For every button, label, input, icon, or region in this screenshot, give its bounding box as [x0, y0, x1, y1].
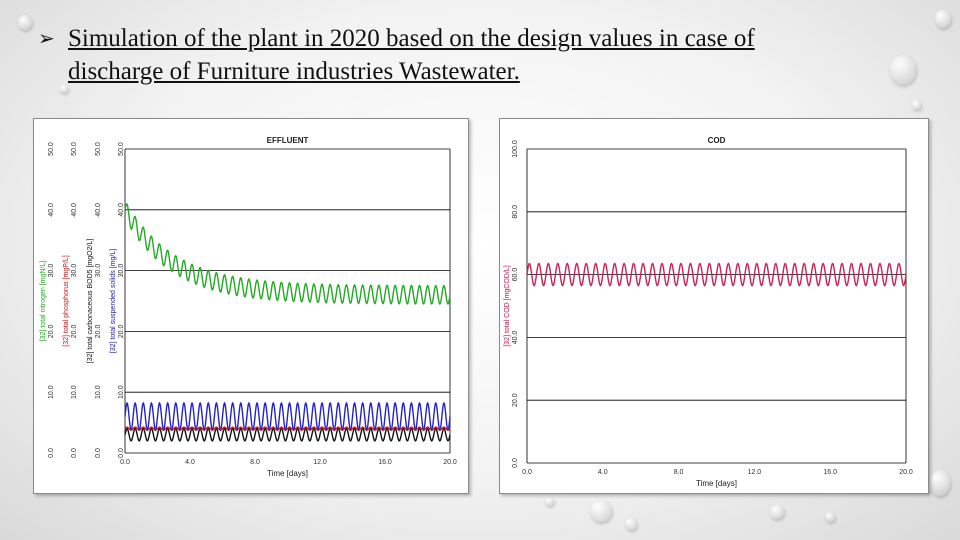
y-axis-label: [32] total phosphorus [mgP/L]: [63, 255, 70, 346]
water-droplet-decoration: [890, 55, 916, 85]
x-axis-label: Time [days]: [696, 479, 737, 488]
x-tick-label: 8.0: [674, 469, 684, 476]
y-tick-label: 20.0: [95, 324, 102, 338]
y-tick-label: 20.0: [71, 324, 78, 338]
y-tick-label: 20.0: [48, 324, 55, 338]
y-tick-label: 0.0: [95, 448, 102, 458]
y-tick-label: 80.0: [512, 205, 519, 219]
series-line: [124, 401, 451, 432]
x-tick-label: 0.0: [522, 469, 532, 476]
y-axis-label: [32] total nitrogen [mgN/L]: [40, 261, 47, 342]
y-tick-label: 0.0: [512, 458, 519, 468]
x-tick-label: 12.0: [748, 469, 762, 476]
series-line: [124, 426, 451, 431]
x-axis-label: Time [days]: [267, 469, 308, 478]
title-line-1: Simulation of the plant in 2020 based on…: [68, 25, 755, 52]
y-tick-label: 0.0: [71, 448, 78, 458]
y-tick-label: 30.0: [118, 264, 125, 278]
x-tick-label: 20.0: [899, 469, 913, 476]
water-droplet-decoration: [545, 497, 554, 506]
water-droplet-decoration: [770, 505, 784, 519]
x-tick-label: 4.0: [598, 469, 608, 476]
y-tick-label: 30.0: [95, 264, 102, 278]
chart-title: EFFLUENT: [267, 136, 309, 145]
y-tick-label: 50.0: [71, 142, 78, 156]
y-tick-label: 40.0: [512, 330, 519, 344]
series-line: [526, 262, 907, 287]
x-tick-label: 12.0: [313, 459, 327, 466]
x-tick-label: 20.0: [443, 459, 457, 466]
water-droplet-decoration: [825, 512, 835, 522]
water-droplet-decoration: [625, 518, 637, 530]
y-tick-label: 60.0: [512, 268, 519, 282]
effluent-chart-panel: 0.0 10.0 20.0 30.0 40.0 50.0 [32] total nitrog…: [33, 118, 469, 494]
y-tick-label: 100.0: [512, 140, 519, 158]
cod-chart-panel: 0.0 20.0 40.0 60.0 80.0 100.0 [32] total COD […: [499, 118, 929, 494]
y-tick-label: 40.0: [48, 203, 55, 217]
y-axis-label: [32] total COD [mgCOD/L]: [504, 265, 511, 346]
y-tick-label: 20.0: [118, 324, 125, 338]
y-tick-label: 40.0: [118, 203, 125, 217]
y-tick-label: 10.0: [48, 385, 55, 399]
y-axis-label: [32] total carbonaceous BOD5 [mgO2/L]: [87, 239, 94, 364]
cod-chart: 0.0 20.0 40.0 60.0 80.0 100.0 [32] total COD […: [504, 136, 913, 488]
y-tick-label: 50.0: [95, 142, 102, 156]
series-line: [124, 427, 451, 442]
x-tick-label: 8.0: [250, 459, 260, 466]
slide-title-text: Simulation of the plant in 2020 based on…: [40, 22, 860, 88]
chart-title: COD: [708, 136, 726, 145]
water-droplet-decoration: [590, 500, 612, 522]
y-tick-label: 10.0: [118, 385, 125, 399]
effluent-chart: 0.0 10.0 20.0 30.0 40.0 50.0 [32] total nitrog…: [40, 136, 457, 478]
y-tick-label: 20.0: [512, 393, 519, 407]
y-tick-label: 10.0: [95, 385, 102, 399]
y-tick-label: 0.0: [48, 448, 55, 458]
y-tick-label: 40.0: [95, 203, 102, 217]
slide-title: ➢ Simulation of the plant in 2020 based …: [38, 22, 860, 88]
water-droplet-decoration: [935, 10, 951, 28]
water-droplet-decoration: [930, 470, 950, 496]
y-tick-label: 50.0: [118, 142, 125, 156]
x-tick-label: 0.0: [120, 459, 130, 466]
x-tick-label: 4.0: [185, 459, 195, 466]
y-tick-label: 50.0: [48, 142, 55, 156]
bullet-arrow-icon: ➢: [38, 26, 55, 50]
y-tick-label: 40.0: [71, 203, 78, 217]
y-tick-label: 30.0: [48, 264, 55, 278]
water-droplet-decoration: [912, 100, 921, 110]
y-tick-label: 30.0: [71, 264, 78, 278]
y-tick-label: 0.0: [118, 448, 125, 458]
series-line: [124, 202, 451, 305]
x-tick-label: 16.0: [823, 469, 837, 476]
x-tick-label: 16.0: [378, 459, 392, 466]
water-droplet-decoration: [18, 15, 32, 30]
y-tick-label: 10.0: [71, 385, 78, 399]
y-axis-label: [32] total suspended solids [mg/L]: [110, 249, 117, 353]
title-line-2: discharge of Furniture industries Wastew…: [68, 58, 520, 85]
